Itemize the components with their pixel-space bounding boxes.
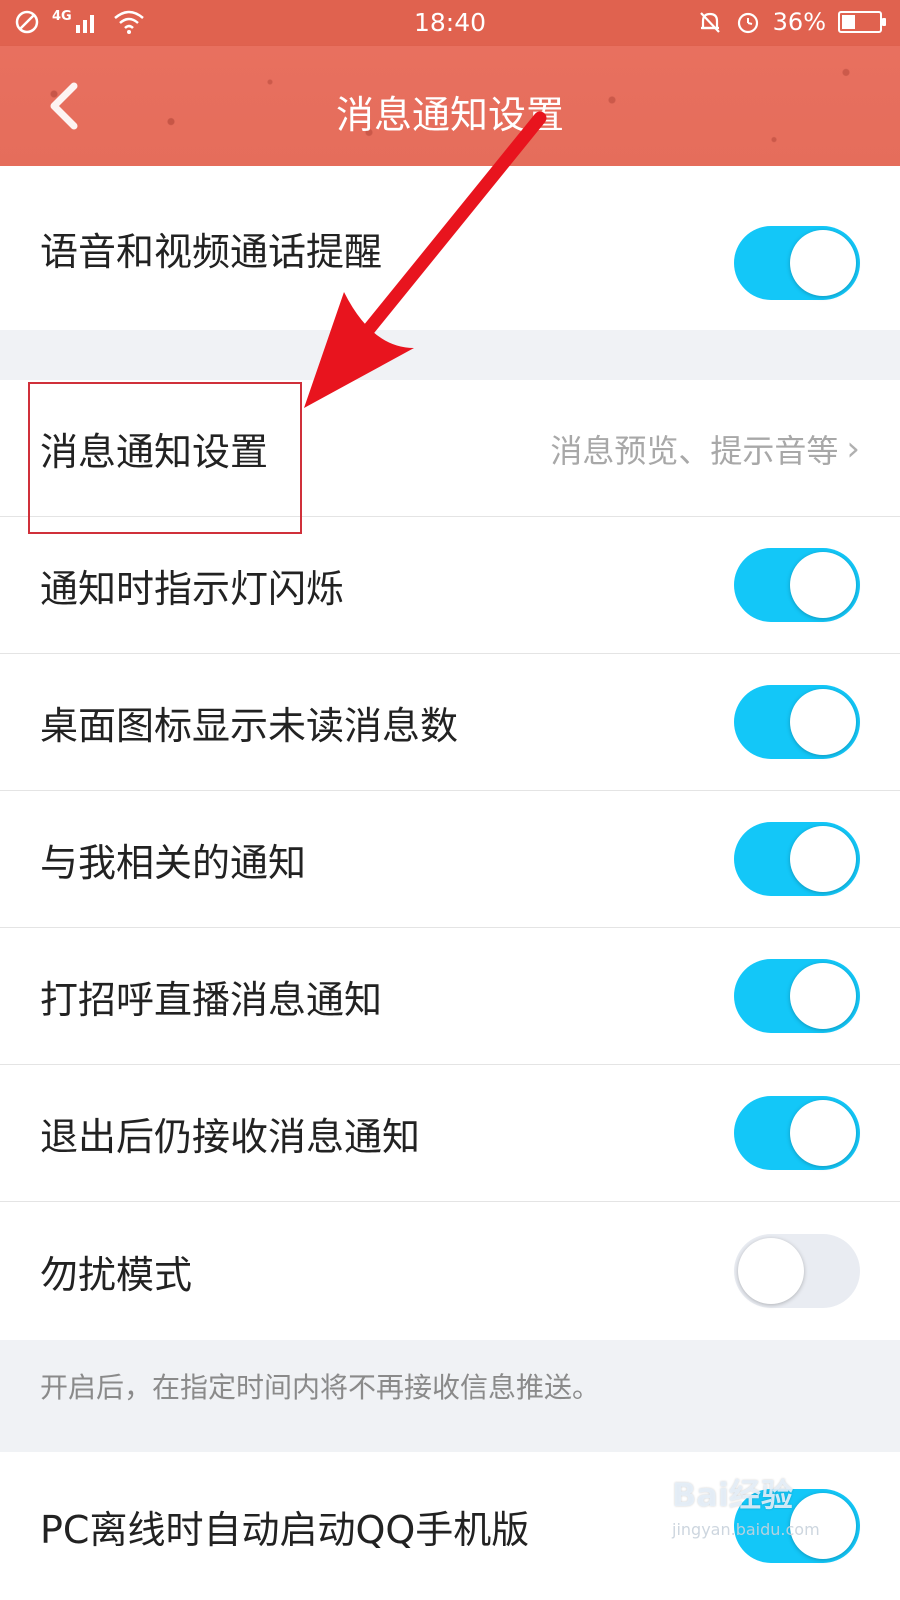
message-settings-detail: 消息预览、提示音等 › xyxy=(550,380,860,517)
setting-label: 退出后仍接收消息通知 xyxy=(40,1115,421,1159)
setting-label: 消息通知设置 xyxy=(40,430,269,474)
settings-row-receive-after-exit: 退出后仍接收消息通知 xyxy=(0,1065,900,1202)
badge-unread-toggle[interactable] xyxy=(734,685,860,759)
toggle-knob xyxy=(790,1100,856,1166)
settings-row-call-reminder: 语音和视频通话提醒 xyxy=(0,166,900,330)
setting-label: 语音和视频通话提醒 xyxy=(40,229,383,274)
settings-row-message-settings[interactable]: 消息通知设置 消息预览、提示音等 › xyxy=(0,380,900,517)
led-blink-toggle[interactable] xyxy=(734,548,860,622)
toggle-knob xyxy=(738,1238,804,1304)
pc-offline-toggle[interactable] xyxy=(734,1489,860,1563)
dnd-toggle[interactable] xyxy=(734,1234,860,1308)
page-title: 消息通知设置 xyxy=(335,93,564,137)
toggle-knob xyxy=(790,1493,856,1559)
detail-text: 消息预览、提示音等 xyxy=(550,431,839,470)
settings-row-badge-unread: 桌面图标显示未读消息数 xyxy=(0,654,900,791)
setting-label: 勿扰模式 xyxy=(40,1252,193,1297)
call-reminder-toggle[interactable] xyxy=(734,226,860,300)
settings-row-greeting-live: 打招呼直播消息通知 xyxy=(0,928,900,1065)
settings-row-dnd: 勿扰模式 xyxy=(0,1202,900,1340)
battery-icon xyxy=(838,11,886,33)
status-bar: 4G 18:40 36% xyxy=(0,0,900,46)
toggle-knob xyxy=(790,552,856,618)
toggle-knob xyxy=(790,826,856,892)
battery-fill xyxy=(842,15,855,29)
chevron-right-icon: › xyxy=(846,428,860,469)
settings-row-led-blink: 通知时指示灯闪烁 xyxy=(0,517,900,654)
settings-row-pc-offline: PC离线时自动启动QQ手机版 xyxy=(0,1452,900,1600)
bell-muted-icon xyxy=(699,12,720,33)
battery-percent: 36% xyxy=(772,8,826,36)
setting-label: 打招呼直播消息通知 xyxy=(40,978,383,1022)
status-right-icons: 36% xyxy=(697,8,886,36)
toggle-knob xyxy=(790,230,856,296)
toggle-knob xyxy=(790,963,856,1029)
setting-label: 与我相关的通知 xyxy=(40,841,307,885)
settings-row-related-notify: 与我相关的通知 xyxy=(0,791,900,928)
greeting-live-toggle[interactable] xyxy=(734,959,860,1033)
nav-bar: 消息通知设置 xyxy=(0,46,900,166)
alarm-icon xyxy=(737,12,758,34)
related-notify-toggle[interactable] xyxy=(734,822,860,896)
toggle-knob xyxy=(790,689,856,755)
setting-label: PC离线时自动启动QQ手机版 xyxy=(40,1507,530,1552)
setting-label: 通知时指示灯闪烁 xyxy=(40,567,345,611)
receive-after-exit-toggle[interactable] xyxy=(734,1096,860,1170)
setting-label: 桌面图标显示未读消息数 xyxy=(40,704,459,748)
dnd-hint: 开启后，在指定时间内将不再接收信息推送。 xyxy=(40,1371,601,1404)
